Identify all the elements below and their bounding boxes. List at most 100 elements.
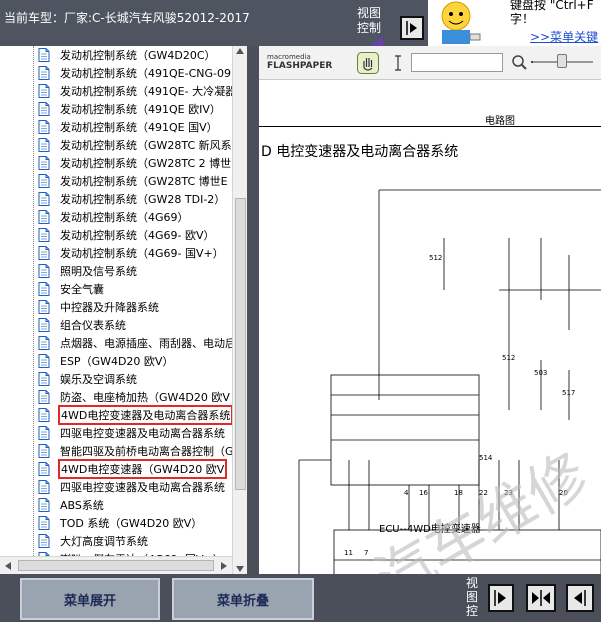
tree-item[interactable]: 点烟器、电源插座、雨刮器、电动后 — [0, 334, 236, 352]
tree-item[interactable]: 4WD电控变速器及电动离合器系统 — [0, 405, 234, 425]
document-icon — [38, 282, 50, 296]
tree-item-label: 发动机控制系统（4G69- 欧V） — [60, 229, 215, 242]
tree-item[interactable]: 发动机控制系统（GW28TC 新风系 — [0, 136, 232, 154]
tree-item-label: 发动机控制系统（491QE 欧IV） — [60, 103, 221, 116]
tree-item-label: 发动机控制系统（GW4D20C） — [60, 49, 216, 62]
document-viewer: macromedia FLASHPAPER 电路图 D 电控变速器及电动离合器系… — [259, 46, 601, 574]
tree-item[interactable]: 智能四驱及前桥电动离合器控制（G — [0, 442, 234, 460]
menu-keyword-link[interactable]: >>菜单关键 — [530, 28, 598, 45]
scroll-down-icon[interactable] — [236, 566, 244, 572]
show-document-only-button[interactable] — [488, 584, 514, 612]
svg-text:503: 503 — [534, 369, 547, 377]
tree-item-label: 安全气囊 — [60, 283, 104, 296]
expand-menu-button[interactable]: 菜单展开 — [20, 578, 160, 620]
bottom-bar: 菜单展开 菜单折叠 视 图 控 — [0, 574, 601, 622]
tree-item-label: 发动机控制系统（4G69） — [60, 211, 189, 224]
tree-item[interactable]: 发动机控制系统（GW28TC 2 博世 — [0, 154, 232, 172]
svg-text:4: 4 — [404, 489, 409, 497]
split-view-button[interactable] — [526, 584, 556, 612]
document-icon — [38, 480, 50, 494]
search-input[interactable] — [411, 53, 503, 72]
hand-tool-icon[interactable] — [357, 52, 379, 74]
tree-vertical-scrollbar[interactable] — [232, 46, 247, 574]
tree-item-label: 发动机控制系统（4G69- 国V+） — [60, 247, 224, 260]
show-menu-only-button[interactable] — [566, 584, 594, 612]
document-icon — [38, 318, 50, 332]
tree-item[interactable]: 发动机控制系统（GW4D20C） — [0, 46, 232, 64]
scroll-up-icon[interactable] — [236, 48, 244, 54]
tree-horizontal-scroll-thumb[interactable] — [18, 560, 214, 571]
tree-item[interactable]: 娱乐及空调系统 — [0, 370, 232, 388]
document-icon — [38, 102, 50, 116]
tree-item-label: 娱乐及空调系统 — [60, 373, 137, 386]
tree-item[interactable]: 发动机控制系统（491QE 欧IV） — [0, 100, 232, 118]
tree-item-label: 照明及信号系统 — [60, 265, 137, 278]
tree-item[interactable]: 发动机控制系统（491QE 国V） — [0, 118, 232, 136]
tree-item-label: 发动机控制系统（GW28TC 2 博世 — [60, 157, 232, 170]
document-title: D 电控变速器及电动离合器系统 — [261, 144, 459, 160]
tree-item[interactable]: 防盗、电座椅加热（GW4D20 欧V — [0, 388, 232, 406]
zoom-slider-handle[interactable] — [557, 54, 567, 68]
tree-item[interactable]: TOD 系统（GW4D20 欧V） — [0, 514, 232, 532]
header-rule — [259, 126, 601, 127]
tree-item[interactable]: 四驱电控变速器及电动离合器系统（ — [0, 424, 236, 442]
split-arrows-icon — [532, 590, 550, 606]
viewer-toolbar: macromedia FLASHPAPER — [259, 46, 601, 80]
scroll-left-icon[interactable] — [5, 562, 11, 570]
cartoon-character-icon — [441, 1, 481, 44]
scroll-right-icon[interactable] — [221, 562, 227, 570]
document-icon — [38, 408, 50, 422]
tree-item-label: 发动机控制系统（GW28 TDI-2） — [60, 193, 226, 206]
document-icon — [38, 462, 50, 476]
tree-horizontal-scrollbar[interactable] — [0, 556, 232, 574]
tree-item[interactable]: 发动机控制系统（4G69- 国V+） — [0, 244, 232, 262]
document-icon — [38, 336, 50, 350]
tree-item[interactable]: 安全气囊 — [0, 280, 232, 298]
tree-item[interactable]: 4WD电控变速器（GW4D20 欧V — [0, 459, 232, 479]
tree-item-label: TOD 系统（GW4D20 欧V） — [60, 517, 203, 530]
arrow-right-bar-icon — [406, 21, 417, 35]
svg-text:16: 16 — [419, 489, 428, 497]
tree-item[interactable]: 发动机控制系统（GW28TC 博世E — [0, 172, 232, 190]
tree-item-label: 防盗、电座椅加热（GW4D20 欧V — [60, 391, 230, 404]
tree-item[interactable]: 中控器及升降器系统 — [0, 298, 232, 316]
document-icon — [38, 84, 50, 98]
tree-item[interactable]: ABS系统 — [0, 496, 232, 514]
document-icon — [38, 48, 50, 62]
tree-item[interactable]: ESP（GW4D20 欧V） — [0, 352, 232, 370]
flashpaper-logo: macromedia FLASHPAPER — [267, 53, 333, 71]
document-icon — [38, 228, 50, 242]
document-icon — [38, 354, 50, 368]
tree-item[interactable]: 发动机控制系统（491QE-CNG-09 — [0, 64, 232, 82]
search-icon[interactable] — [509, 52, 531, 74]
panel-splitter[interactable] — [247, 46, 259, 574]
tree-item[interactable]: 发动机控制系统（4G69） — [0, 208, 232, 226]
tree-item[interactable]: 大灯高度调节系统 — [0, 532, 232, 550]
tree-item-label: 发动机控制系统（491QE 国V） — [60, 121, 218, 134]
tree-item-label: 智能四驱及前桥电动离合器控制（G — [60, 445, 234, 458]
document-icon — [38, 174, 50, 188]
collapse-menu-button[interactable]: 菜单折叠 — [172, 578, 314, 620]
document-icon — [38, 534, 50, 548]
document-icon — [38, 246, 50, 260]
tree-item-label: 发动机控制系统（GW28TC 博世E — [60, 175, 228, 188]
tree-item[interactable]: 照明及信号系统 — [0, 262, 232, 280]
document-icon — [38, 372, 50, 386]
tree-item[interactable]: 发动机控制系统（4G69- 欧V） — [0, 226, 232, 244]
tree-vertical-scroll-thumb[interactable] — [235, 198, 246, 490]
top-bar: 当前车型：厂家:C-长城汽车风骏52012-2017 视图 控制 键盘按 "Ct… — [0, 0, 601, 46]
tree-item-label: 组合仪表系统 — [60, 319, 126, 332]
tree-item[interactable]: 发动机控制系统（GW28 TDI-2） — [0, 190, 232, 208]
tree-item[interactable]: 组合仪表系统 — [0, 316, 232, 334]
show-right-panel-button[interactable] — [400, 16, 424, 40]
tree-item-label: 中控器及升降器系统 — [60, 301, 159, 314]
tree-item[interactable]: 发动机控制系统（491QE- 大冷凝器 — [0, 82, 236, 100]
text-select-icon[interactable] — [387, 52, 409, 74]
tree-item-label: 发动机控制系统（GW28TC 新风系 — [60, 139, 232, 152]
document-icon — [38, 264, 50, 278]
tree-item[interactable]: 四驱电控变速器及电动离合器系统（ — [0, 478, 236, 496]
document-icon — [38, 390, 50, 404]
document-page: 电路图 D 电控变速器及电动离合器系统 512 512 503 517 514 … — [259, 80, 601, 574]
tree-item-label: ABS系统 — [60, 499, 104, 512]
arrow-right-bar-icon — [494, 590, 506, 606]
